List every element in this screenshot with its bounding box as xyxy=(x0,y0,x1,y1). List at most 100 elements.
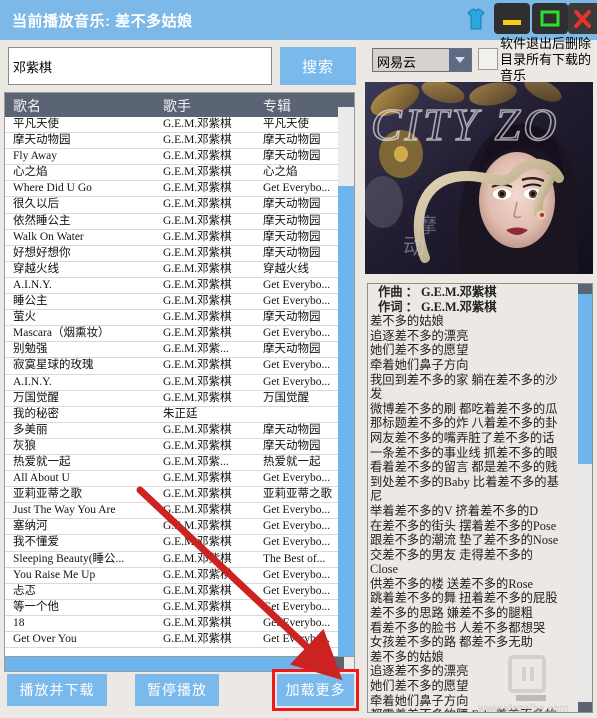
table-body: 平凡天使 G.E.M.邓紫棋 平凡天使 摩天动物园 G.E.M.邓紫棋 摩天动物园 Fly … xyxy=(5,117,350,649)
table-row[interactable]: 我的秘密 朱正廷 xyxy=(5,407,350,423)
table-row[interactable]: Sleeping Beauty(睡公... G.E.M.邓紫棋 The Best o… xyxy=(5,552,350,568)
table-row[interactable]: Fly Away G.E.M.邓紫棋 摩天动物园 xyxy=(5,149,350,166)
lyric-line: 作词 ： G.E.M.邓紫棋 xyxy=(378,299,497,314)
table-row[interactable]: Where Did U Go G.E.M.邓紫棋 Get Everybo... xyxy=(5,181,350,198)
song-name-cell: Sleeping Beauty(睡公... xyxy=(13,552,125,565)
scroll-up-button[interactable] xyxy=(338,93,354,107)
artist-cell: G.E.M.邓紫棋 xyxy=(163,536,232,549)
table-horizontal-scrollbar[interactable] xyxy=(4,656,355,672)
maximize-button[interactable] xyxy=(532,3,568,34)
table-row[interactable]: 平凡天使 G.E.M.邓紫棋 平凡天使 xyxy=(5,117,350,134)
artist-cell: G.E.M.邓紫棋 xyxy=(163,214,232,227)
close-button[interactable] xyxy=(568,3,597,34)
album-cell: 心之焰 xyxy=(263,166,298,179)
search-input[interactable] xyxy=(8,47,272,85)
column-header-song[interactable]: 歌名 xyxy=(13,96,41,116)
lyric-line: 看着差不多的留言 都是差不多的贱 xyxy=(370,460,558,475)
album-cell: 穿越火线 xyxy=(263,262,309,275)
table-row[interactable]: 等一个他 G.E.M.邓紫棋 Get Everybo... xyxy=(5,600,350,616)
table-row[interactable]: 塞纳河 G.E.M.邓紫棋 Get Everybo... xyxy=(5,519,350,536)
artist-cell: G.E.M.邓紫棋 xyxy=(163,262,232,275)
lyrics-panel[interactable]: 作曲 ： G.E.M.邓紫棋 作词 ： G.E.M.邓紫棋 差不多的姑娘 追逐差不多… xyxy=(367,283,593,713)
lyrics-scroll-up-button[interactable] xyxy=(578,284,592,294)
hscroll-right-button[interactable] xyxy=(334,657,344,671)
table-row[interactable]: A.I.N.Y. G.E.M.邓紫棋 Get Everybo... xyxy=(5,375,350,391)
artist-cell: G.E.M.邓紫棋 xyxy=(163,616,232,629)
artist-cell: G.E.M.邓紫棋 xyxy=(163,375,232,388)
column-header-album[interactable]: 专辑 xyxy=(263,96,291,116)
table-row[interactable]: A.I.N.Y. G.E.M.邓紫棋 Get Everybo... xyxy=(5,278,350,295)
album-cell: 热爱就一起 xyxy=(263,455,321,468)
artist-cell: G.E.M.邓紫棋 xyxy=(163,118,232,130)
artist-cell: G.E.M.邓紫棋 xyxy=(163,246,232,259)
table-row[interactable]: 摩天动物园 G.E.M.邓紫棋 摩天动物园 xyxy=(5,133,350,150)
album-cell: 摩天动物园 xyxy=(263,134,321,147)
table-row[interactable]: 热爱就一起 G.E.M.邓紫... 热爱就一起 xyxy=(5,455,350,472)
lyric-line: 跳着差不多的舞 扭着差不多的屁股 xyxy=(370,591,558,606)
search-button[interactable]: 搜索 xyxy=(280,47,356,85)
song-name-cell: 穿越火线 xyxy=(13,262,59,275)
artist-cell: G.E.M.邓紫棋 xyxy=(163,391,232,404)
artist-cell: G.E.M.邓紫棋 xyxy=(163,166,232,179)
table-row[interactable]: 依然睡公主 G.E.M.邓紫棋 摩天动物园 xyxy=(5,214,350,230)
scroll-thumb[interactable] xyxy=(338,186,354,656)
delete-on-exit-checkbox[interactable] xyxy=(478,48,498,70)
lyric-line: 作曲 ： G.E.M.邓紫棋 xyxy=(378,285,497,299)
table-row[interactable]: You Raise Me Up G.E.M.邓紫棋 Get Everybo... xyxy=(5,568,350,584)
song-name-cell: 依然睡公主 xyxy=(13,214,71,227)
table-vertical-scrollbar[interactable] xyxy=(338,93,354,671)
table-row[interactable]: 很久以后 G.E.M.邓紫棋 摩天动物园 xyxy=(5,197,350,214)
lyrics-scroll-down-button[interactable] xyxy=(578,702,592,712)
lyrics-scrollbar[interactable] xyxy=(578,284,592,712)
song-name-cell: 好想好想你 xyxy=(13,246,71,259)
lyric-line: 跟差不多的潮流 垫了差不多的Nose xyxy=(370,533,559,548)
lyric-line: 牵着她们鼻子方向 xyxy=(370,693,469,708)
table-row[interactable]: 萤火 G.E.M.邓紫棋 摩天动物园 xyxy=(5,310,350,327)
music-source-select[interactable]: 网易云 xyxy=(372,48,472,72)
svg-text:CITY ZO: CITY ZO xyxy=(371,99,559,150)
table-row[interactable]: 万国觉醒 G.E.M.邓紫棋 万国觉醒 xyxy=(5,391,350,407)
album-cell: 摩天动物园 xyxy=(263,343,321,356)
table-row[interactable]: 好想好想你 G.E.M.邓紫棋 摩天动物园 xyxy=(5,246,350,262)
table-row[interactable]: 亚莉亚蒂之歌 G.E.M.邓紫棋 亚莉亚蒂之歌 xyxy=(5,487,350,504)
table-row[interactable]: Mascara（烟熏妆） G.E.M.邓紫棋 Get Everybo... xyxy=(5,326,350,343)
song-name-cell: 很久以后 xyxy=(13,198,59,211)
table-row[interactable]: 18 G.E.M.邓紫棋 Get Everybo... xyxy=(5,616,350,632)
artist-cell: G.E.M.邓紫棋 xyxy=(163,295,232,308)
table-row[interactable]: 寂寞星球的玫瑰 G.E.M.邓紫棋 Get Everybo... xyxy=(5,358,350,375)
album-cover: CITY ZO 动 摩 xyxy=(365,82,593,274)
song-name-cell: A.I.N.Y. xyxy=(13,375,52,388)
table-row[interactable]: 穿越火线 G.E.M.邓紫棋 穿越火线 xyxy=(5,262,350,278)
table-row[interactable]: 我不懂爱 G.E.M.邓紫棋 Get Everybo... xyxy=(5,535,350,552)
album-cell: 摩天动物园 xyxy=(263,230,321,243)
artist-cell: G.E.M.邓紫棋 xyxy=(163,552,232,565)
pause-play-button[interactable]: 暂停播放 xyxy=(135,674,219,706)
table-row[interactable]: 别勉强 G.E.M.邓紫... 摩天动物园 xyxy=(5,342,350,359)
table-row[interactable]: 睡公主 G.E.M.邓紫棋 Get Everybo... xyxy=(5,294,350,311)
table-row[interactable]: 心之焰 G.E.M.邓紫棋 心之焰 xyxy=(5,165,350,182)
lyric-line: 微博差不多的刷 都吃着差不多的瓜 xyxy=(370,401,558,416)
play-and-download-button[interactable]: 播放并下载 xyxy=(7,674,107,706)
table-row[interactable]: Walk On Water G.E.M.邓紫棋 摩天动物园 xyxy=(5,230,350,246)
album-cell: Get Everybo... xyxy=(263,278,331,291)
table-row[interactable]: 灰狼 G.E.M.邓紫棋 摩天动物园 xyxy=(5,439,350,455)
page-title: 当前播放音乐: 差不多姑娘 xyxy=(12,13,193,30)
lyric-line: 都露着差不多的腰 Fake着差不多的 xyxy=(370,708,576,712)
album-cell: 摩天动物园 xyxy=(263,198,321,211)
song-name-cell: All About U xyxy=(13,472,70,485)
lyric-line: 到处差不多的Baby 比着差不多的基 xyxy=(370,474,559,489)
minimize-button[interactable] xyxy=(494,3,530,34)
chevron-down-icon[interactable] xyxy=(449,49,471,71)
hscroll-thumb[interactable] xyxy=(5,657,305,671)
song-name-cell: You Raise Me Up xyxy=(13,568,96,581)
artist-cell: G.E.M.邓紫... xyxy=(163,343,229,356)
table-row[interactable]: 忐忑 G.E.M.邓紫棋 Get Everybo... xyxy=(5,584,350,600)
table-row[interactable]: 多美丽 G.E.M.邓紫棋 摩天动物园 xyxy=(5,423,350,439)
table-row[interactable]: Just The Way You Are G.E.M.邓紫棋 Get Everybo… xyxy=(5,503,350,520)
lyrics-scroll-thumb[interactable] xyxy=(578,294,592,464)
table-row[interactable]: All About U G.E.M.邓紫棋 Get Everybo... xyxy=(5,471,350,488)
table-row[interactable]: Get Over You G.E.M.邓紫棋 Get Everybo... xyxy=(5,632,350,649)
load-more-button[interactable]: 加载更多 xyxy=(277,674,354,706)
column-header-artist[interactable]: 歌手 xyxy=(163,96,191,116)
artist-cell: G.E.M.邓紫棋 xyxy=(163,311,232,324)
